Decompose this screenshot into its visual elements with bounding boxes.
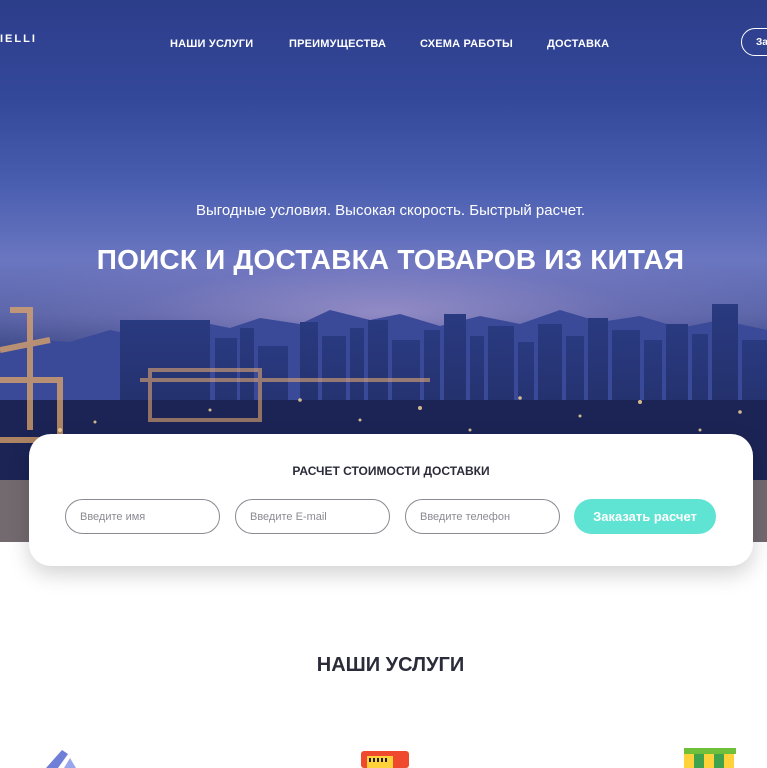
phone-input[interactable] — [405, 499, 560, 534]
name-input[interactable] — [65, 499, 220, 534]
services-section-title: НАШИ УСЛУГИ — [316, 654, 465, 676]
delivery-calc-form: РАСЧЕТ СТОИМОСТИ ДОСТАВКИ Заказать расче… — [29, 434, 753, 566]
header-order-button[interactable]: За — [741, 28, 767, 56]
cash-register-icon — [361, 751, 409, 768]
form-title: РАСЧЕТ СТОИМОСТИ ДОСТАВКИ — [292, 464, 490, 478]
nav-item-work-scheme[interactable]: СХЕМА РАБОТЫ — [420, 38, 513, 50]
hero-subtitle: Выгодные условия. Высокая скорость. Быст… — [196, 202, 585, 219]
email-input[interactable] — [235, 499, 390, 534]
order-calc-button[interactable]: Заказать расчет — [574, 499, 716, 534]
nav-item-delivery[interactable]: ДОСТАВКА — [547, 38, 609, 50]
main-nav: НАШИ УСЛУГИ ПРЕИМУЩЕСТВА СХЕМА РАБОТЫ ДО… — [0, 38, 767, 52]
airplane-icon — [46, 750, 76, 768]
nav-item-advantages[interactable]: ПРЕИМУЩЕСТВА — [289, 38, 386, 50]
shop-awning-icon — [684, 748, 736, 768]
hero-headline: ПОИСК И ДОСТАВКА ТОВАРОВ ИЗ КИТАЯ — [96, 244, 685, 275]
nav-item-services[interactable]: НАШИ УСЛУГИ — [170, 38, 253, 50]
